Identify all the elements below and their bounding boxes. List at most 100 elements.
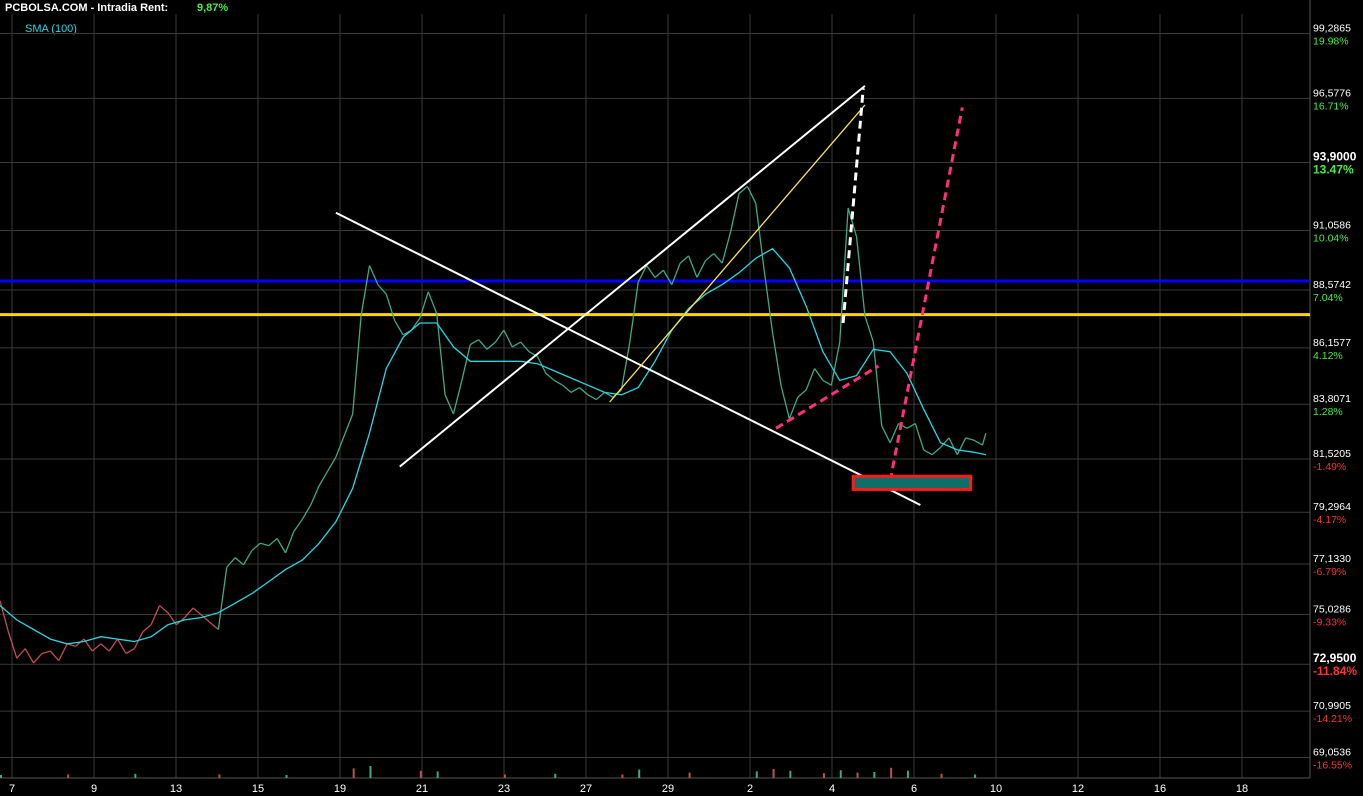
price-segment	[855, 236, 866, 316]
volume-bar	[285, 775, 288, 778]
price-segment	[226, 557, 236, 568]
trend_white-line	[399, 85, 866, 468]
volume-bar	[873, 772, 876, 778]
price-segment	[981, 432, 987, 446]
y-tick-price: 70,9905	[1313, 700, 1351, 712]
volume-bar	[436, 771, 439, 778]
price-segment	[721, 231, 732, 264]
price-segment	[150, 605, 161, 625]
x-tick-label: 16	[1154, 783, 1166, 795]
y-tick-price: 77,1330	[1313, 553, 1351, 565]
x-tick-label: 27	[580, 783, 592, 795]
price-segment	[780, 385, 790, 419]
dashed_pink-dashed-line	[888, 107, 964, 482]
volume-bar	[67, 774, 70, 778]
y-tick-price: 81,5205	[1313, 448, 1351, 460]
price-segment	[159, 605, 169, 614]
price-segment	[209, 621, 219, 631]
sma-line	[0, 247, 987, 645]
price-segment	[360, 265, 371, 316]
trend_white-dashed-line	[841, 88, 865, 324]
price-segment	[7, 631, 18, 659]
price-segment	[58, 643, 68, 661]
price-segment	[553, 379, 563, 386]
price-segment	[100, 643, 110, 652]
price-segment	[570, 387, 580, 393]
price-segment	[284, 531, 295, 554]
price-segment	[956, 437, 967, 455]
volume-bar	[755, 771, 758, 778]
price-segment	[352, 315, 362, 415]
price-segment	[822, 379, 832, 386]
price-segment	[318, 471, 329, 487]
volume-bar	[369, 766, 372, 778]
price-segment	[117, 638, 127, 654]
price-segment	[729, 193, 740, 233]
price-segment	[377, 284, 387, 295]
y-tick-price: 79,2964	[1313, 501, 1351, 513]
volume-bar	[856, 772, 859, 778]
y-tick-pct: 1.28%	[1313, 406, 1343, 418]
price-segment	[595, 391, 606, 401]
y-tick-price: 72,9500	[1313, 651, 1357, 665]
price-segment	[427, 291, 438, 314]
volume-bar	[419, 770, 422, 778]
price-segment	[579, 387, 589, 396]
price-chart[interactable]: 99,286519.98% 96,577616.71% 93,900013.47% 9…	[0, 0, 1363, 796]
volume-bar	[772, 769, 775, 778]
volume-bar	[974, 774, 977, 778]
price-segment	[687, 255, 698, 278]
volume-bar	[839, 770, 842, 778]
price-segment	[125, 648, 135, 655]
price-segment	[965, 437, 975, 441]
volume-bar	[638, 769, 641, 778]
y-tick-pct: -9.33%	[1313, 616, 1346, 628]
price-segment	[293, 518, 303, 532]
x-tick-label: 23	[498, 783, 510, 795]
price-segment	[0, 600, 10, 633]
volume-bar	[352, 768, 355, 778]
price-segment	[864, 315, 874, 343]
volume-bar	[134, 773, 137, 778]
y-tick-price: 86,1577	[1313, 337, 1351, 349]
x-tick-label: 9	[91, 783, 97, 795]
price-segment	[503, 329, 513, 348]
y-tick-price: 83,8071	[1313, 393, 1351, 405]
y-tick-pct: -6.79%	[1313, 566, 1346, 578]
price-segment	[654, 269, 664, 278]
y-tick-pct: 4.12%	[1313, 350, 1343, 362]
price-segment	[923, 449, 933, 456]
x-tick-label: 15	[252, 783, 264, 795]
volume-bar	[688, 772, 691, 778]
price-segment	[385, 294, 396, 321]
volume-bar	[218, 774, 221, 778]
price-segment	[310, 485, 320, 506]
price-segment	[704, 253, 715, 262]
volume-bar	[621, 774, 624, 778]
price-segment	[108, 638, 119, 652]
dashed_pink-dashed-line	[775, 364, 880, 430]
price-segment	[469, 339, 479, 346]
price-segment	[41, 650, 51, 655]
volume-bar	[789, 770, 792, 778]
price-segment	[771, 332, 782, 386]
y-tick-price: 91,0586	[1313, 220, 1351, 232]
price-segment	[343, 413, 354, 436]
price-segment	[797, 389, 807, 398]
y-tick-pct: 13.47%	[1313, 162, 1354, 176]
price-segment	[814, 368, 824, 381]
price-segment	[629, 282, 639, 343]
y-tick-pct: -16.55%	[1313, 760, 1352, 772]
price-segment	[511, 341, 521, 348]
price-segment	[24, 648, 35, 664]
price-segment	[931, 446, 941, 456]
x-tick-label: 13	[170, 783, 182, 795]
y-tick-price: 96,5776	[1313, 87, 1351, 99]
x-tick-label: 2	[747, 783, 753, 795]
x-tick-label: 4	[829, 783, 835, 795]
price-segment	[973, 439, 983, 446]
y-tick-pct: 19.98%	[1313, 35, 1349, 47]
x-tick-label: 7	[9, 783, 15, 795]
price-segment	[679, 255, 690, 264]
price-segment	[494, 329, 505, 343]
